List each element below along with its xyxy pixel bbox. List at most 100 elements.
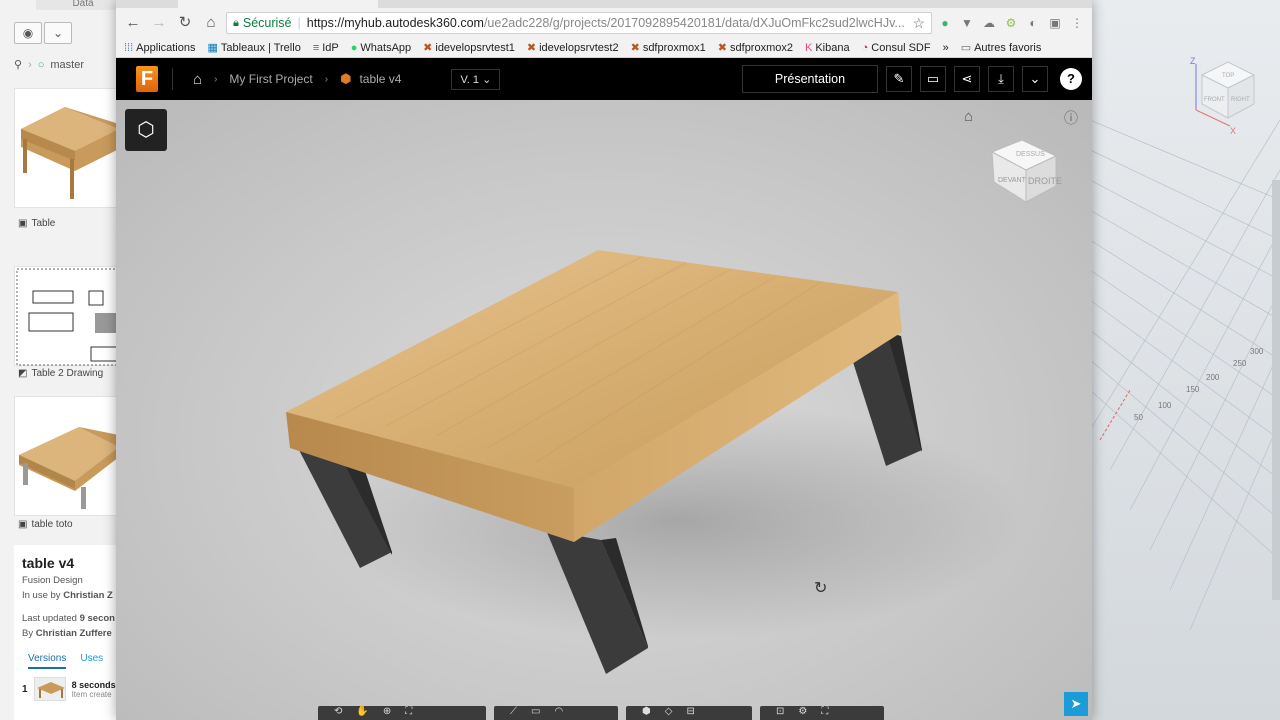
fullscreen-icon[interactable]: ⛶ [821, 706, 828, 717]
settings-gear-icon[interactable]: ⚙ [798, 706, 807, 717]
bookmark-kibana[interactable]: K Kibana [805, 42, 850, 54]
chevron-down-icon[interactable]: ⌄ [1022, 66, 1048, 92]
whatsapp-icon: ● [350, 41, 358, 54]
design-file-icon: ⬢ [340, 71, 352, 86]
chevron-right-icon: › [324, 73, 329, 85]
bookmark-consul[interactable]: ◔ Consul SDF [862, 42, 931, 54]
back-icon[interactable]: ← [122, 12, 144, 34]
svg-text:RIGHT: RIGHT [1231, 97, 1250, 103]
version-row[interactable]: 1 8 seconds Item create [22, 677, 129, 701]
extension-gear-icon[interactable]: ⚙ [1002, 16, 1020, 30]
item-thumbnail-table[interactable] [14, 88, 119, 208]
branch-breadcrumb[interactable]: ⚲ › ○ master [14, 58, 85, 72]
model-tree-icon[interactable]: ⬢ [642, 706, 651, 717]
camera-icon[interactable]: ⊡ [776, 706, 784, 717]
svg-text:TOP: TOP [1222, 73, 1234, 79]
address-bar[interactable]: 🔒︎ Sécurisé | https://myhub.autodesk360.… [226, 12, 932, 34]
chevron-down-icon[interactable]: ⌄ [44, 22, 72, 44]
item-thumbnail-table-toto[interactable] [14, 396, 119, 516]
item-detail-panel: table v4 Fusion Design In use by Christi… [14, 545, 129, 720]
bookmark-idevelopsrvtest1[interactable]: ✖ idevelopsrvtest1 [423, 41, 515, 55]
url-host: https://myhub.autodesk360.com [306, 16, 484, 30]
url-path: /ue2adc228/g/projects/2017092895420181/d… [483, 16, 905, 30]
bookmark-trello[interactable]: ▦ Tableaux | Trello [208, 41, 301, 55]
x-tool-icon: ✖ [630, 42, 640, 54]
consul-icon: ◔ [861, 41, 869, 54]
grid-label-50: 50 [1134, 413, 1143, 422]
tab-versions[interactable]: Versions [28, 653, 67, 669]
bookmark-sdfproxmox2[interactable]: ✖ sdfproxmox2 [718, 41, 793, 55]
comment-icon[interactable]: ▭ [920, 66, 946, 92]
a360-header: F ⌂ › My First Project › ⬢ table v4 V. 1… [116, 58, 1092, 100]
bookmark-idp[interactable]: ≡ IdP [313, 42, 339, 54]
grid-label-200: 200 [1206, 373, 1220, 382]
detail-tabs: Versions Uses [28, 653, 129, 669]
secure-label: Sécurisé [242, 16, 292, 30]
svg-text:X: X [1230, 126, 1236, 136]
orbit-icon[interactable]: ⟲ [334, 706, 342, 717]
feedback-icon[interactable]: ➤ [1064, 692, 1088, 716]
extension-filter-icon[interactable]: ▼ [958, 16, 976, 30]
extension-toggle-icon[interactable]: ◐ [1024, 16, 1042, 30]
fusion-data-panel: Data ◉ ⌄ ⚲ › ○ master ▣ Table ◩ Table 2 … [0, 0, 130, 720]
item-type: Fusion Design [22, 575, 83, 586]
fusion-logo-icon[interactable]: F [136, 66, 158, 92]
chevron-down-icon: ⌄ [482, 73, 492, 86]
svg-text:FRONT: FRONT [1204, 97, 1225, 103]
extension-cloud-icon[interactable]: ☁ [980, 16, 998, 30]
measure-icon[interactable]: ⟋ [510, 706, 517, 717]
last-updated-line: Last updated 9 secon [22, 613, 115, 624]
layers-icon[interactable]: ⊟ [686, 706, 694, 717]
fit-icon[interactable]: ⛶ [405, 706, 412, 717]
browser-tab[interactable] [178, 0, 378, 8]
section-icon[interactable]: ▭ [531, 706, 540, 717]
home-icon[interactable]: ⌂ [193, 71, 202, 88]
breadcrumb-item: table v4 [359, 72, 402, 86]
help-icon[interactable]: ? [1060, 68, 1082, 90]
in-use-line: In use by Christian Z [22, 590, 113, 601]
properties-icon[interactable]: ◇ [665, 706, 673, 717]
more-bookmarks[interactable]: » [943, 42, 949, 54]
view-toggle-icon[interactable]: ◉ [14, 22, 42, 44]
breadcrumb-project[interactable]: My First Project [229, 72, 312, 86]
bookmark-other-favorites[interactable]: ▭ Autres favoris [961, 41, 1042, 55]
item-title: table v4 [22, 555, 75, 571]
share-icon[interactable]: ⋖ [954, 66, 980, 92]
bookmark-star-icon[interactable]: ☆ [912, 15, 925, 32]
item-label-table[interactable]: ▣ Table [18, 218, 55, 229]
table-toto-thumbnail-image [19, 427, 119, 509]
extension-green-icon[interactable]: ● [936, 16, 954, 30]
item-thumbnail-drawing[interactable] [14, 266, 118, 366]
tab-uses[interactable]: Uses [80, 653, 103, 669]
toolbar-measure-group: ⟋ ▭ ◠ [494, 706, 618, 720]
item-label-drawing[interactable]: ◩ Table 2 Drawing [18, 368, 103, 379]
extension-profile-icon[interactable]: ▣ [1046, 16, 1064, 30]
pan-icon[interactable]: ✋ [356, 706, 368, 717]
viewer-toolbar: ⟲ ✋ ⊕ ⛶ ⟋ ▭ ◠ ⬢ ◇ ⊟ ⊡ ⚙ ⛶ [318, 706, 884, 720]
bookmark-sdfproxmox1[interactable]: ✖ sdfproxmox1 [630, 41, 706, 55]
bookmark-idevelopsrvtest2[interactable]: ✖ idevelopsrvtest2 [527, 41, 619, 55]
branch-icon: ⚲ [14, 59, 23, 71]
toolbar-model-group: ⬢ ◇ ⊟ [626, 706, 752, 720]
drawing-icon: ◩ [18, 368, 28, 379]
chevron-right-icon: › [214, 73, 218, 85]
home-icon[interactable]: ⌂ [200, 12, 222, 34]
menu-dots-icon[interactable]: ⋮ [1068, 16, 1086, 30]
download-icon[interactable]: ⤓ [988, 66, 1014, 92]
presentation-button[interactable]: Présentation [742, 65, 878, 93]
model-viewer[interactable]: ⬡ ⌂ ⓘ DESSUS DEVANT DROITE ↻ ⟲ ✋ ⊕ ⛶ ⟋ ▭… [116, 100, 1092, 720]
bookmark-whatsapp[interactable]: ● WhatsApp [351, 42, 411, 54]
drawing-thumbnail-image [16, 268, 118, 366]
grid-label-250: 250 [1233, 359, 1247, 368]
bookmark-applications[interactable]: ⁞⁞⁞ Applications [124, 42, 196, 54]
version-select[interactable]: V. 1 ⌄ [451, 68, 501, 90]
fusion-viewcube[interactable]: TOP FRONT RIGHT Z X [1190, 56, 1256, 136]
forward-icon[interactable]: → [148, 12, 170, 34]
item-label-table-toto[interactable]: ▣ table toto [18, 519, 73, 530]
explode-icon[interactable]: ◠ [554, 706, 563, 717]
branch-name: master [50, 58, 85, 71]
zoom-icon[interactable]: ⊕ [383, 706, 391, 717]
reload-icon[interactable]: ↻ [174, 12, 196, 34]
idp-icon: ≡ [312, 41, 320, 54]
edit-pencil-icon[interactable]: ✎ [886, 66, 912, 92]
